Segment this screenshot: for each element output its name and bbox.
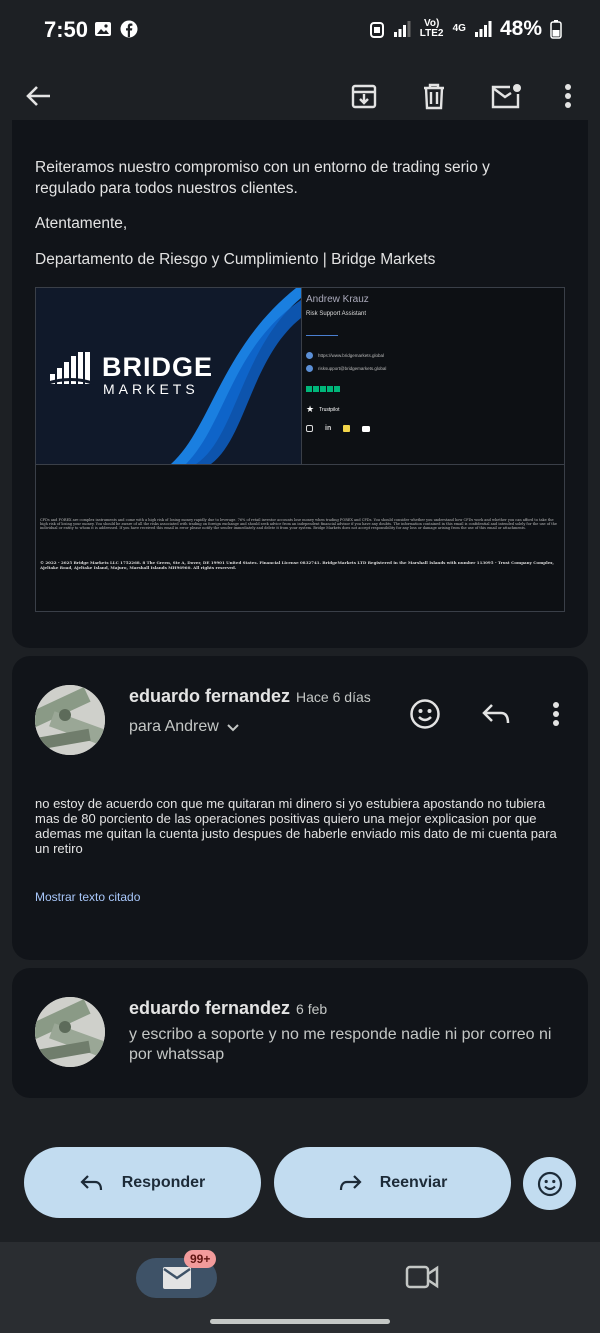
message-paragraph: Reiteramos nuestro compromiso con un ent… bbox=[35, 159, 490, 197]
trustpilot-link[interactable]: ★ Trustpilot bbox=[306, 404, 556, 415]
back-button[interactable] bbox=[19, 76, 59, 116]
smiley-icon bbox=[537, 1171, 562, 1196]
more-vert-icon bbox=[565, 84, 571, 108]
delete-button[interactable] bbox=[414, 76, 454, 116]
logo-text-top: BRIDGE bbox=[102, 352, 214, 382]
message-snippet: y escribo a soporte y no me responde nad… bbox=[129, 1026, 552, 1063]
battery-charging-icon bbox=[550, 20, 562, 39]
sender-line: eduardo fernandez Hace 6 días bbox=[129, 686, 371, 707]
status-time: 7:50 bbox=[44, 17, 89, 42]
sender-line: eduardo fernandez 6 feb bbox=[129, 998, 327, 1019]
unread-count-badge: 99+ bbox=[184, 1250, 217, 1268]
signal-2-icon bbox=[474, 21, 492, 37]
linkedin-icon[interactable]: in bbox=[325, 425, 331, 432]
emoji-reaction-button[interactable] bbox=[523, 1157, 576, 1210]
message-card-3[interactable]: eduardo fernandez 6 feb y escribo a sopor… bbox=[12, 968, 588, 1098]
money-avatar-image bbox=[35, 997, 105, 1067]
archive-button[interactable] bbox=[344, 76, 384, 116]
bridge-markets-banner: BRIDGE MARKETS bbox=[36, 288, 301, 464]
network-gen: 4G bbox=[452, 23, 466, 34]
mark-unread-icon bbox=[491, 84, 521, 109]
message-closing: Atentamente, bbox=[35, 215, 128, 232]
sender-name: eduardo fernandez bbox=[129, 998, 291, 1018]
facebook-icon bbox=[120, 20, 138, 38]
reply-all-button[interactable]: Responder bbox=[24, 1147, 261, 1218]
message-card-1: Reiteramos nuestro compromiso con un ent… bbox=[12, 120, 588, 648]
alarm-icon bbox=[369, 22, 384, 38]
more-vert-icon bbox=[553, 702, 559, 726]
network-label: Vo) LTE2 bbox=[419, 18, 444, 39]
email-signature: BRIDGE MARKETS Andrew Krauz Risk Support… bbox=[35, 287, 565, 612]
sender-avatar[interactable] bbox=[35, 997, 105, 1067]
show-quoted-text-link[interactable]: Mostrar texto citado bbox=[35, 890, 140, 904]
react-emoji-button[interactable] bbox=[407, 696, 443, 732]
forward-icon bbox=[339, 1174, 362, 1190]
nav-meet-tab[interactable] bbox=[405, 1264, 439, 1295]
message-time: 6 feb bbox=[296, 1001, 328, 1017]
logo-text-bottom: MARKETS bbox=[103, 381, 199, 397]
gallery-icon bbox=[95, 22, 111, 36]
email-icon bbox=[306, 365, 313, 372]
chevron-down-icon bbox=[227, 724, 239, 732]
signature-disclaimer: CFDs and FOREX are complex instruments a… bbox=[40, 518, 557, 530]
reply-button[interactable] bbox=[478, 696, 514, 732]
signature-name: Andrew Krauz bbox=[306, 294, 369, 305]
message-body: no estoy de acuerdo con que me quitaran … bbox=[35, 796, 557, 856]
signal-1-icon bbox=[393, 21, 411, 37]
trash-icon bbox=[424, 83, 444, 110]
message-signoff: Departamento de Riesgo y Cumplimiento | … bbox=[35, 251, 436, 268]
signature-website-link[interactable]: https://www.bridgemarkets.global bbox=[306, 352, 556, 359]
forward-button[interactable]: Reenviar bbox=[274, 1147, 511, 1218]
signature-role: Risk Support Assistant bbox=[306, 311, 367, 317]
signature-contact: Andrew Krauz Risk Support Assistant http… bbox=[306, 294, 556, 432]
signature-email-link[interactable]: risksupport@bridgemarkets.global bbox=[306, 365, 556, 372]
message-more-button[interactable] bbox=[542, 696, 570, 732]
sender-avatar[interactable] bbox=[35, 685, 105, 755]
social-links: in bbox=[306, 425, 556, 432]
recipient-details-toggle[interactable]: para Andrew bbox=[129, 718, 241, 736]
signature-copyright: © 2022 - 2025 Bridge Markets LLC 1752268… bbox=[40, 560, 554, 570]
video-camera-icon bbox=[405, 1265, 439, 1289]
reply-icon bbox=[80, 1174, 102, 1190]
sender-name: eduardo fernandez bbox=[129, 686, 291, 706]
money-avatar-image bbox=[35, 685, 105, 755]
more-options-button[interactable] bbox=[548, 76, 588, 116]
snapchat-icon[interactable] bbox=[343, 425, 351, 432]
battery-level: 48% bbox=[499, 17, 542, 40]
bottom-navigation: 99+ bbox=[0, 1242, 600, 1333]
forward-label: Reenviar bbox=[379, 1173, 448, 1191]
message-time: Hace 6 días bbox=[296, 689, 371, 705]
bridge-logo-icon bbox=[45, 352, 95, 386]
arrow-left-icon bbox=[26, 86, 50, 106]
globe-icon bbox=[306, 352, 313, 359]
mail-icon bbox=[162, 1267, 191, 1289]
reply-label: Responder bbox=[121, 1173, 206, 1191]
smiley-icon bbox=[410, 699, 440, 729]
status-bar: 7:50 Vo) LTE2 4G 48% bbox=[0, 0, 600, 62]
reply-icon bbox=[482, 704, 510, 724]
home-indicator[interactable] bbox=[210, 1319, 390, 1324]
instagram-icon[interactable] bbox=[306, 425, 313, 432]
youtube-icon[interactable] bbox=[362, 426, 371, 432]
recipient-label: para Andrew bbox=[129, 718, 219, 735]
star-icon: ★ bbox=[306, 404, 315, 414]
mark-unread-button[interactable] bbox=[486, 76, 526, 116]
archive-icon bbox=[351, 84, 377, 109]
trustpilot-stars bbox=[306, 386, 556, 392]
message-card-2: eduardo fernandez Hace 6 días para Andrew… bbox=[12, 656, 588, 960]
